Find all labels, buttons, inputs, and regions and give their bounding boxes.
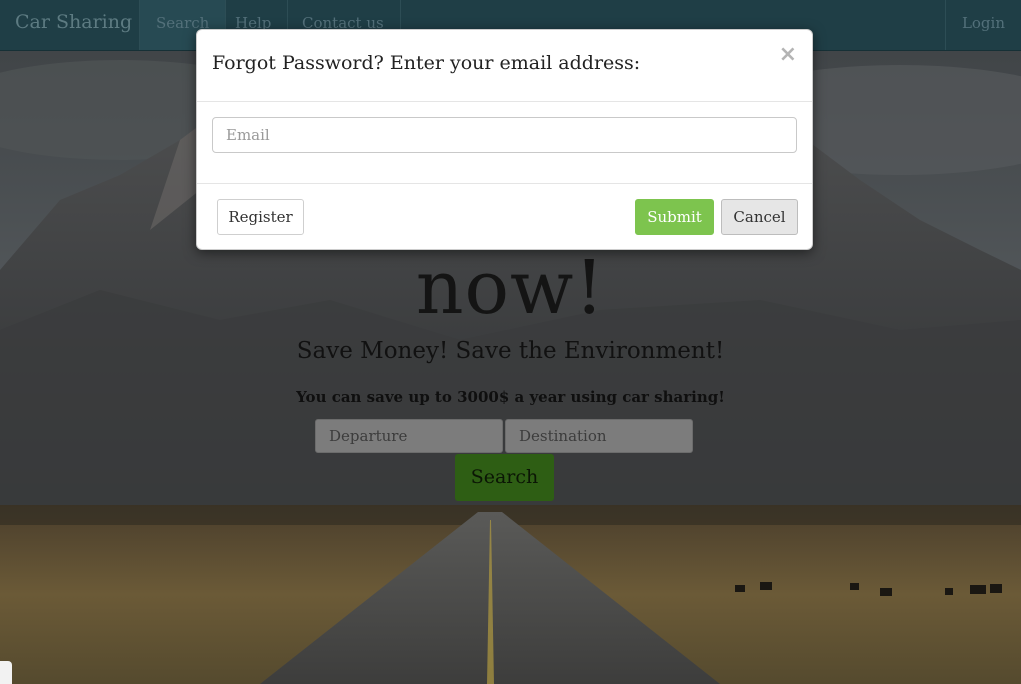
hero-subtitle: Save Money! Save the Environment! xyxy=(296,338,725,364)
brand-logo[interactable]: Car Sharing xyxy=(15,11,132,33)
close-icon[interactable]: × xyxy=(779,42,797,67)
hero-title: now! xyxy=(415,245,606,331)
destination-input[interactable]: Destination xyxy=(505,419,693,453)
cancel-button[interactable]: Cancel xyxy=(721,199,798,235)
forgot-password-modal: Forgot Password? Enter your email addres… xyxy=(196,29,813,250)
search-button[interactable]: Search xyxy=(455,454,554,501)
hero-note: You can save up to 3000$ a year using ca… xyxy=(296,388,725,406)
email-field[interactable] xyxy=(212,117,797,153)
submit-button[interactable]: Submit xyxy=(635,199,714,235)
modal-footer-divider xyxy=(197,183,812,184)
modal-header-divider xyxy=(197,101,812,102)
departure-input[interactable]: Departure xyxy=(315,419,503,453)
nav-item-login[interactable]: Login xyxy=(944,0,1021,50)
register-button[interactable]: Register xyxy=(217,199,304,235)
modal-title: Forgot Password? Enter your email addres… xyxy=(212,52,641,74)
corner-tab[interactable] xyxy=(0,661,12,684)
